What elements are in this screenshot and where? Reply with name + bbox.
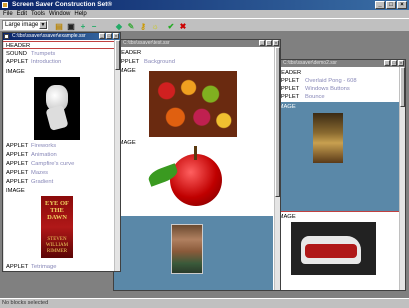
chevron-down-icon[interactable]: ▼: [39, 21, 47, 29]
document-window-example[interactable]: C:\tbs\ssaver\ssaver\example.ssr _ □ × H…: [2, 32, 121, 272]
list-item[interactable]: IMAGE: [274, 213, 405, 221]
document-window-test[interactable]: C:\tbs\ssaver\test.ssr _ □ × HEADER APPL…: [113, 39, 281, 291]
window-titlebar[interactable]: C:\tbs\ssaver\test.ssr _ □ ×: [114, 40, 280, 47]
fruit-image[interactable]: [149, 71, 237, 137]
mdi-workspace: C:\tbs\ssaver\demo2.ssr _ □ × HEADER APP…: [0, 32, 409, 298]
list-item[interactable]: APPLET Background: [114, 58, 280, 66]
minimize-button[interactable]: _: [259, 40, 265, 46]
maximize-button[interactable]: □: [266, 40, 272, 46]
list-item[interactable]: APPLET Overlaid Pong - 608: [274, 77, 405, 85]
sculpture-image[interactable]: [313, 113, 343, 163]
app-titlebar: Screen Saver Construction Set® _ □ ×: [0, 0, 409, 10]
window-title: C:\tbs\ssaver\ssaver\example.ssr: [12, 33, 86, 39]
close-button[interactable]: ×: [397, 1, 407, 9]
check-icon[interactable]: ✔: [166, 21, 176, 31]
minimize-button[interactable]: _: [375, 1, 385, 9]
document-window-demo2[interactable]: C:\tbs\ssaver\demo2.ssr _ □ × HEADER APP…: [273, 59, 406, 291]
image-size-combo[interactable]: Large image ▼: [2, 20, 48, 30]
menu-help[interactable]: Help: [74, 10, 86, 18]
list-item[interactable]: IMAGE: [3, 68, 120, 76]
delete-icon[interactable]: ✖: [178, 21, 188, 31]
window-title: C:\tbs\ssaver\demo2.ssr: [283, 60, 337, 66]
status-text: No blocks selected: [2, 300, 49, 306]
vertical-scrollbar[interactable]: [114, 40, 120, 271]
lightbulb-icon[interactable]: ☼: [150, 21, 160, 31]
menu-file[interactable]: File: [3, 10, 13, 18]
add-icon[interactable]: +: [78, 21, 88, 31]
remove-icon[interactable]: −: [89, 21, 99, 31]
apple-image[interactable]: [146, 146, 230, 212]
minimize-button[interactable]: _: [384, 60, 390, 66]
window-controls: _ □ ×: [259, 40, 279, 46]
minimize-button[interactable]: _: [99, 33, 105, 39]
close-button[interactable]: ×: [398, 60, 404, 66]
astronaut-image[interactable]: [34, 77, 80, 140]
menu-window[interactable]: Window: [49, 10, 70, 18]
scrollbar-thumb[interactable]: [400, 67, 405, 107]
app-window-controls: _ □ ×: [375, 1, 407, 9]
close-button[interactable]: ×: [113, 33, 119, 39]
scrollbar-thumb[interactable]: [115, 40, 120, 70]
list-item[interactable]: APPLET Gradient: [3, 178, 120, 186]
list-item[interactable]: APPLET Fireworks: [3, 142, 120, 150]
scrollbar-thumb[interactable]: [275, 47, 280, 197]
window-titlebar[interactable]: C:\tbs\ssaver\demo2.ssr _ □ ×: [274, 60, 405, 67]
maximize-button[interactable]: □: [106, 33, 112, 39]
list-item[interactable]: HEADER: [114, 49, 280, 57]
key-icon[interactable]: ⚷: [138, 21, 148, 31]
app-title: Screen Saver Construction Set®: [12, 1, 113, 8]
car-image[interactable]: [291, 222, 376, 275]
save-icon[interactable]: ▣: [66, 21, 76, 31]
app-icon: [2, 2, 8, 8]
book-author: STEVEN WILLIAM RIMMER: [45, 237, 69, 254]
document-icon: [4, 34, 9, 39]
toolbar: Large image ▼ ▤ ▣ + − ◆ ✎ ⚷ ☼ ✔ ✖: [0, 18, 409, 32]
list-item[interactable]: APPLET Introduction: [3, 58, 120, 66]
maximize-button[interactable]: □: [386, 1, 396, 9]
open-icon[interactable]: ▤: [54, 21, 64, 31]
status-bar: No blocks selected: [0, 298, 409, 307]
tag-icon[interactable]: ◆: [114, 21, 124, 31]
list-item[interactable]: APPLET Bounce: [274, 93, 405, 101]
list-item[interactable]: IMAGE: [3, 187, 120, 195]
menu-edit[interactable]: Edit: [17, 10, 27, 18]
book-cover-image[interactable]: EYE OF THE DAWN STEVEN WILLIAM RIMMER: [41, 196, 73, 258]
vertical-scrollbar[interactable]: [274, 47, 280, 290]
list-item[interactable]: SOUND Trumpets: [3, 50, 120, 58]
book-title: EYE OF THE DAWN: [44, 200, 70, 221]
painting-image[interactable]: [171, 224, 203, 274]
window-title: C:\tbs\ssaver\test.ssr: [123, 40, 170, 46]
list-item-selected[interactable]: HEADER: [3, 41, 120, 49]
close-button[interactable]: ×: [273, 40, 279, 46]
edit-icon[interactable]: ✎: [126, 21, 136, 31]
list-item[interactable]: HEADER: [274, 69, 405, 77]
maximize-button[interactable]: □: [391, 60, 397, 66]
vertical-scrollbar[interactable]: [399, 67, 405, 290]
menu-bar: File Edit Tools Window Help: [0, 10, 409, 18]
combo-value: Large image: [5, 22, 39, 28]
window-controls: _ □ ×: [99, 33, 119, 39]
list-item[interactable]: APPLET Tetrimage: [3, 263, 120, 271]
menu-tools[interactable]: Tools: [31, 10, 45, 18]
window-controls: _ □ ×: [384, 60, 404, 66]
list-item[interactable]: APPLET Mazes: [3, 169, 120, 177]
list-item[interactable]: IMAGE: [274, 103, 405, 111]
list-item[interactable]: APPLET Animation: [3, 151, 120, 159]
list-item[interactable]: APPLET Campfire's curve: [3, 160, 120, 168]
window-titlebar[interactable]: C:\tbs\ssaver\ssaver\example.ssr _ □ ×: [3, 33, 120, 40]
list-item[interactable]: APPLET Windows Buttons: [274, 85, 405, 93]
